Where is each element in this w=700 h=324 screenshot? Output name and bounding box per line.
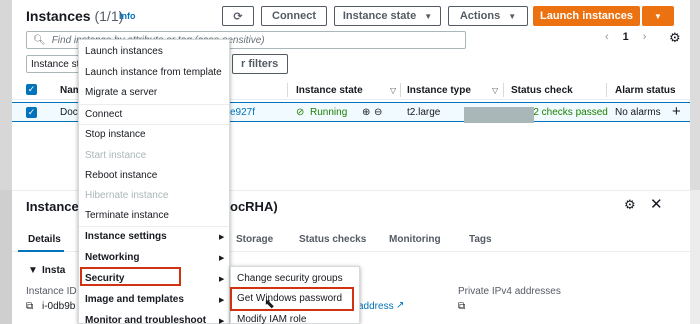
instance-name: Doc [60, 107, 78, 118]
instance-type-value: t2.large [407, 107, 441, 118]
next-page-icon[interactable]: › [643, 31, 647, 43]
actions-dropdown[interactable]: Actions ▼ [448, 6, 528, 26]
connect-button[interactable]: Connect [261, 6, 327, 26]
menu-item-hibernate-instance: Hibernate instance [85, 190, 169, 201]
menu-item-launch-from-template[interactable]: Launch instance from template [85, 67, 222, 78]
launch-dropdown-button[interactable]: ▼ [642, 6, 674, 26]
instance-id-label: Instance ID [26, 286, 77, 297]
refresh-button[interactable]: ⟳ [222, 6, 254, 26]
running-status-icon: ⊘ [296, 107, 305, 118]
pagination: ‹ 1 › [605, 31, 646, 43]
instance-state-value: Running [310, 107, 348, 118]
alarm-status-value: No alarms [615, 107, 661, 118]
column-divider [503, 83, 504, 97]
column-alarm-status[interactable]: Alarm status [615, 85, 676, 96]
zoom-out-icon[interactable]: ⊖ [374, 107, 382, 118]
instance-state-dropdown[interactable]: Instance state ▼ [334, 6, 441, 26]
private-ipv4-label: Private IPv4 addresses [458, 286, 561, 297]
refresh-icon: ⟳ [233, 10, 243, 23]
page-title: Instances (1/1) [26, 8, 123, 24]
copy-icon[interactable]: ⧉ [26, 301, 33, 312]
caret-down-icon: ▼ [654, 11, 662, 21]
add-alarm-icon[interactable]: + [672, 103, 681, 120]
clear-filters-button[interactable]: r filters [232, 54, 288, 74]
prev-page-icon[interactable]: ‹ [605, 31, 609, 43]
info-link[interactable]: Info [119, 11, 136, 21]
tab-storage[interactable]: Storage [236, 234, 273, 245]
copy-icon[interactable]: ⧉ [458, 301, 465, 312]
details-title-suffix: ocRHA) [230, 199, 278, 214]
section-title[interactable]: Insta [42, 265, 65, 276]
panel-settings-gear-icon[interactable]: ⚙ [624, 197, 636, 213]
submenu-item-change-security-groups[interactable]: Change security groups [237, 273, 343, 284]
launch-instances-button[interactable]: Launch instances [533, 6, 640, 26]
tab-monitoring[interactable]: Monitoring [389, 234, 441, 245]
select-all-checkbox[interactable]: ✓ [26, 84, 37, 95]
highlight-get-windows-password [230, 287, 354, 311]
column-status-check[interactable]: Status check [511, 85, 573, 96]
instance-id-value: i-0db9b [42, 301, 76, 312]
menu-item-connect[interactable]: Connect [85, 109, 122, 120]
close-icon[interactable]: ✕ [650, 195, 663, 213]
menu-item-reboot-instance[interactable]: Reboot instance [85, 170, 157, 181]
settings-gear-icon[interactable]: ⚙ [669, 30, 681, 46]
menu-item-stop-instance[interactable]: Stop instance [85, 129, 146, 140]
row-checkbox[interactable]: ✓ [26, 107, 37, 118]
sort-icon[interactable]: ▽ [492, 86, 498, 95]
redacted-ip-value [464, 107, 534, 123]
left-gutter [0, 0, 12, 190]
menu-divider [79, 226, 229, 227]
filter-chip[interactable]: Instance st [26, 55, 85, 73]
caret-down-icon: ▼ [508, 11, 517, 21]
title-text: Instances [26, 8, 91, 24]
caret-down-icon: ▼ [424, 11, 433, 21]
menu-item-launch-instances[interactable]: Launch instances [85, 46, 163, 57]
column-divider [400, 83, 401, 97]
submenu-arrow-icon: ▶ [219, 318, 225, 324]
menu-item-image-and-templates[interactable]: Image and templates [85, 294, 184, 305]
actions-label: Actions [459, 10, 501, 22]
search-icon: 🔍︎ [33, 34, 46, 46]
sort-icon[interactable]: ▽ [390, 86, 396, 95]
status-check-value: 2/2 checks passed [525, 107, 608, 118]
address-link[interactable]: address [358, 301, 394, 312]
collapse-caret-icon[interactable]: ▼ [28, 265, 38, 276]
column-divider [287, 83, 288, 97]
instance-state-label: Instance state [342, 10, 417, 22]
scrollbar-lower[interactable] [690, 190, 700, 324]
menu-item-migrate-server[interactable]: Migrate a server [85, 87, 157, 98]
scrollbar-upper[interactable] [690, 0, 700, 190]
menu-item-instance-settings[interactable]: Instance settings [85, 231, 167, 242]
menu-item-monitor-and-troubleshoot[interactable]: Monitor and troubleshoot [85, 315, 206, 324]
menu-item-networking[interactable]: Networking [85, 252, 139, 263]
tab-status-checks[interactable]: Status checks [299, 234, 366, 245]
menu-divider [79, 104, 229, 105]
column-instance-type[interactable]: Instance type [407, 85, 471, 96]
menu-item-start-instance: Start instance [85, 150, 147, 161]
details-title: Instance: [26, 199, 84, 214]
column-divider [606, 83, 607, 97]
submenu-arrow-icon: ▶ [219, 297, 225, 304]
current-page[interactable]: 1 [623, 31, 629, 43]
submenu-arrow-icon: ▶ [219, 255, 225, 262]
instance-id-link[interactable]: e927f [230, 107, 255, 118]
left-gutter-lower [0, 190, 12, 324]
external-link-icon[interactable]: ↗ [396, 300, 404, 311]
highlight-security [80, 267, 181, 286]
submenu-arrow-icon: ▶ [219, 234, 225, 241]
submenu-arrow-icon: ▶ [219, 276, 225, 283]
submenu-item-modify-iam-role[interactable]: Modify IAM role [237, 314, 306, 324]
mouse-cursor-icon: ⬉ [264, 296, 275, 311]
tab-tags[interactable]: Tags [469, 234, 492, 245]
menu-divider [79, 124, 229, 125]
column-instance-state[interactable]: Instance state [296, 85, 363, 96]
active-tab-indicator [18, 250, 64, 252]
menu-item-terminate-instance[interactable]: Terminate instance [85, 210, 169, 221]
zoom-in-icon[interactable]: ⊕ [362, 107, 370, 118]
tab-details[interactable]: Details [28, 234, 61, 245]
